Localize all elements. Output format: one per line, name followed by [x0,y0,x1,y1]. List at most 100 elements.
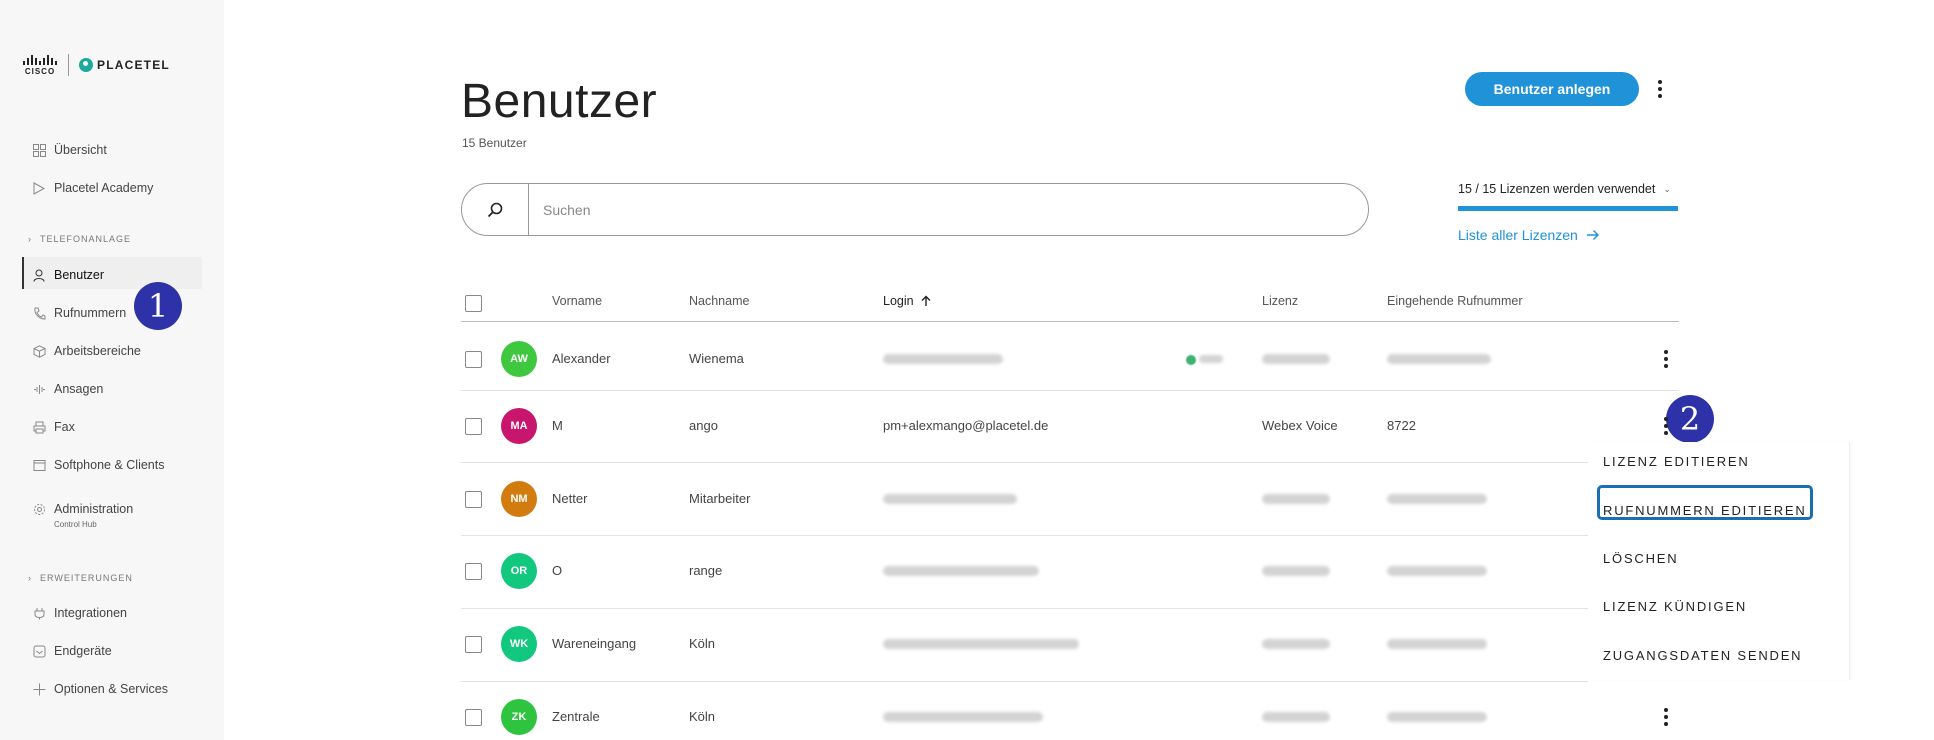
avatar: OR [501,553,537,589]
cell-login: pm+alexmango@placetel.de [883,418,1049,433]
license-usage-text: 15 / 15 Lizenzen werden verwendet [1458,182,1656,196]
menu-focus-highlight [1597,485,1813,520]
page-title: Benutzer [461,75,658,128]
sidebar-item-label: Administration [54,502,134,516]
create-user-button[interactable]: Benutzer anlegen [1465,72,1639,106]
sidebar-item-uebersicht[interactable]: Übersicht [32,140,107,160]
cell-firstname: Wareneingang [552,636,637,651]
sidebar-item-fax[interactable]: Fax [32,417,75,437]
sidebar-item-endgeraete[interactable]: Endgeräte [32,641,112,661]
sidebar-item-academy[interactable]: Placetel Academy [32,178,153,198]
row-more-icon[interactable] [1656,414,1676,438]
row-divider [461,535,1588,536]
row-checkbox[interactable] [465,563,482,580]
cell-firstname: Netter [552,491,588,506]
row-divider [461,390,1679,391]
sidebar-item-integrationen[interactable]: Integrationen [32,603,127,623]
grid-icon [32,143,46,157]
printer-icon [32,420,46,434]
license-list-link[interactable]: Liste aller Lizenzen [1458,227,1600,243]
administration-sublabel: Control Hub [54,520,97,529]
sidebar-item-label: Rufnummern [54,306,127,320]
cell-firstname: Zentrale [552,709,600,724]
arrow-right-icon [1586,230,1599,240]
sidebar-item-administration[interactable]: Administration [32,499,133,519]
cell-lastname: Köln [689,636,716,651]
menu-item-edit-license[interactable]: LIZENZ EDITIEREN [1603,454,1750,469]
column-header-incoming-number[interactable]: Eingehende Rufnummer [1387,294,1523,308]
section-telefonanlage[interactable]: › TELEFONANLAGE [28,234,131,244]
row-checkbox[interactable] [465,491,482,508]
menu-item-cancel-license[interactable]: LIZENZ KÜNDIGEN [1603,599,1747,614]
row-divider [461,608,1588,609]
row-checkbox[interactable] [465,418,482,435]
page-more-icon[interactable] [1650,77,1670,101]
avatar: NM [501,481,537,517]
sidebar-item-label: Endgeräte [54,644,112,658]
plus-icon [32,682,46,696]
sidebar-item-optionen[interactable]: Optionen & Services [32,679,168,699]
select-all-checkbox[interactable] [465,295,482,312]
column-header-login[interactable]: Login [883,294,932,308]
cell-lastname: Wienema [689,351,744,366]
blurred-license [1262,494,1330,504]
section-erweiterungen[interactable]: › ERWEITERUNGEN [28,573,133,583]
blurred-number [1387,566,1487,576]
search-button[interactable] [462,184,529,235]
sidebar-item-softphone[interactable]: Softphone & Clients [32,455,165,475]
sidebar-item-label: Softphone & Clients [54,458,165,472]
sidebar: CISCO PLACETEL Übersicht Placetel Academ… [0,0,224,740]
row-checkbox[interactable] [465,636,482,653]
row-divider [461,681,1588,682]
chevron-down-icon: ⌄ [1663,183,1671,194]
sort-ascending-icon [921,295,931,306]
row-more-icon[interactable] [1656,347,1676,371]
column-header-lastname[interactable]: Nachname [689,294,749,308]
cell-lastname: Mitarbeiter [689,491,751,506]
row-checkbox[interactable] [465,709,482,726]
blurred-login [883,494,1017,504]
sidebar-item-label: Übersicht [54,143,107,157]
license-usage[interactable]: 15 / 15 Lizenzen werden verwendet ⌄ [1458,182,1678,211]
sidebar-item-label: Benutzer [54,268,105,282]
blurred-number [1387,712,1487,722]
row-checkbox[interactable] [465,351,482,368]
cell-lastname: Köln [689,709,716,724]
logo[interactable]: CISCO PLACETEL [22,54,170,76]
user-count: 15 Benutzer [462,136,527,150]
sound-wave-icon [32,382,46,396]
placetel-logo: PLACETEL [79,58,170,72]
cell-license: Webex Voice [1262,418,1338,433]
gear-icon [32,502,46,516]
cisco-text: CISCO [24,66,56,76]
blurred-login [883,566,1039,576]
menu-item-send-credentials[interactable]: ZUGANGSDATEN SENDEN [1603,648,1802,663]
column-header-license[interactable]: Lizenz [1262,294,1298,308]
step-1-badge: 1 [134,282,182,330]
avatar: WK [501,626,537,662]
cell-incoming-number: 8722 [1387,418,1416,433]
cell-lastname: ango [689,418,718,433]
row-more-icon[interactable] [1656,705,1676,729]
search-icon [487,202,503,217]
blurred-license [1262,566,1330,576]
blurred-number [1387,354,1491,364]
plug-icon [32,606,46,620]
sidebar-item-benutzer[interactable]: Benutzer [32,265,104,285]
device-icon [32,644,46,658]
column-header-firstname[interactable]: Vorname [552,294,602,308]
sidebar-item-ansagen[interactable]: Ansagen [32,379,103,399]
avatar: AW [501,341,537,377]
sidebar-item-rufnummern[interactable]: Rufnummern [32,303,126,323]
sidebar-item-arbeitsbereiche[interactable]: Arbeitsbereiche [32,341,141,361]
placetel-mark-icon [79,58,93,72]
menu-item-delete[interactable]: LÖSCHEN [1603,551,1678,566]
placetel-text: PLACETEL [97,58,170,72]
sidebar-item-label: Placetel Academy [54,181,154,195]
row-context-menu: LIZENZ EDITIEREN RUFNUMMERN EDITIEREN LÖ… [1590,442,1850,680]
blurred-number [1387,639,1487,649]
blurred-number [1387,494,1487,504]
search-input[interactable] [529,184,1368,235]
sidebar-item-label: Integrationen [54,606,127,620]
search-bar [461,183,1369,236]
